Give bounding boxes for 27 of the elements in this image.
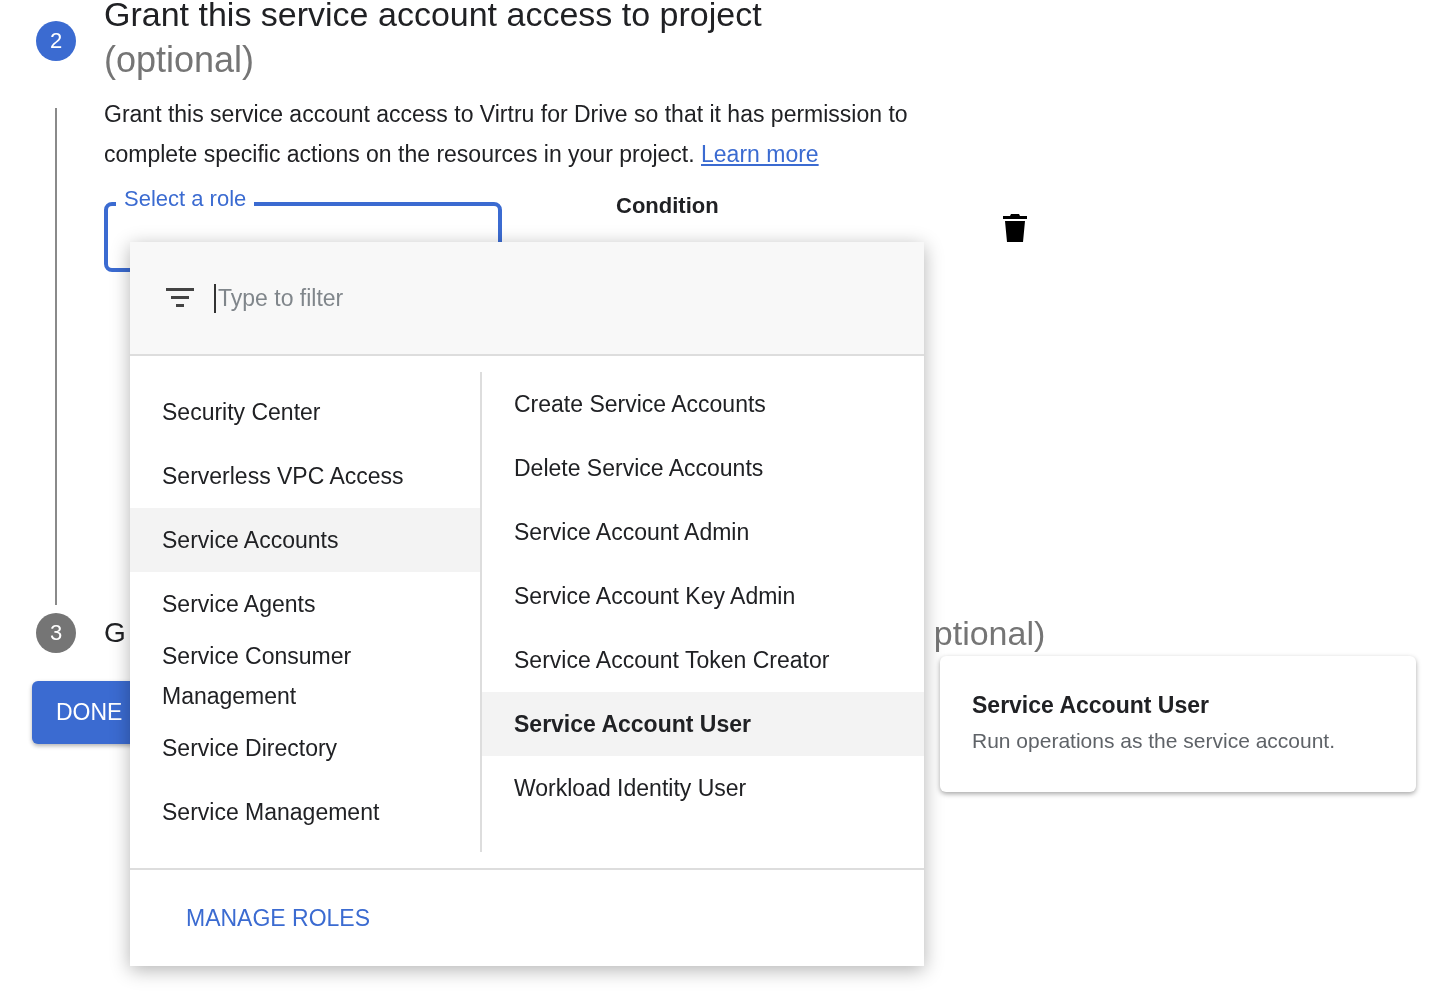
role-option[interactable]: Workload Identity User: [482, 756, 924, 820]
step-title: G: [104, 616, 126, 650]
step-title: Grant this service account access to project: [104, 0, 763, 34]
role-category[interactable]: Service Management: [130, 780, 480, 844]
tooltip-description: Run operations as the service account.: [972, 729, 1337, 753]
role-option[interactable]: Delete Service Accounts: [482, 436, 924, 500]
manage-roles-button[interactable]: MANAGE ROLES: [186, 904, 371, 932]
filter-field[interactable]: Type to filter: [214, 283, 620, 313]
role-category[interactable]: Service Agents: [130, 572, 480, 636]
step-number: 3: [36, 613, 76, 653]
delete-icon[interactable]: [1002, 214, 1027, 242]
role-category[interactable]: Service Accounts: [130, 508, 480, 572]
role-option[interactable]: Service Account Token Creator: [482, 628, 924, 692]
condition-label: Condition: [616, 193, 719, 219]
role-category[interactable]: Serverless VPC Access: [130, 444, 480, 508]
filter-icon: [166, 288, 194, 308]
step-title-suffix: (optional): [104, 38, 256, 82]
role-option[interactable]: Service Account User: [482, 692, 924, 756]
role-option[interactable]: Service Account Key Admin: [482, 564, 924, 628]
step-description: Grant this service account access to Virtru for Drive so that it has permission to complete specific actions on the resources in your project. Learn more: [104, 100, 909, 169]
learn-more-link[interactable]: Learn more: [701, 141, 819, 167]
role-option[interactable]: Create Service Accounts: [482, 372, 924, 436]
role-option[interactable]: Service Account Admin: [482, 500, 924, 564]
role-category[interactable]: Security Center: [130, 380, 480, 444]
step-title-suffix: ptional): [933, 613, 1046, 654]
tooltip-title: Service Account User: [972, 692, 1210, 719]
step-number: 2: [36, 21, 76, 61]
